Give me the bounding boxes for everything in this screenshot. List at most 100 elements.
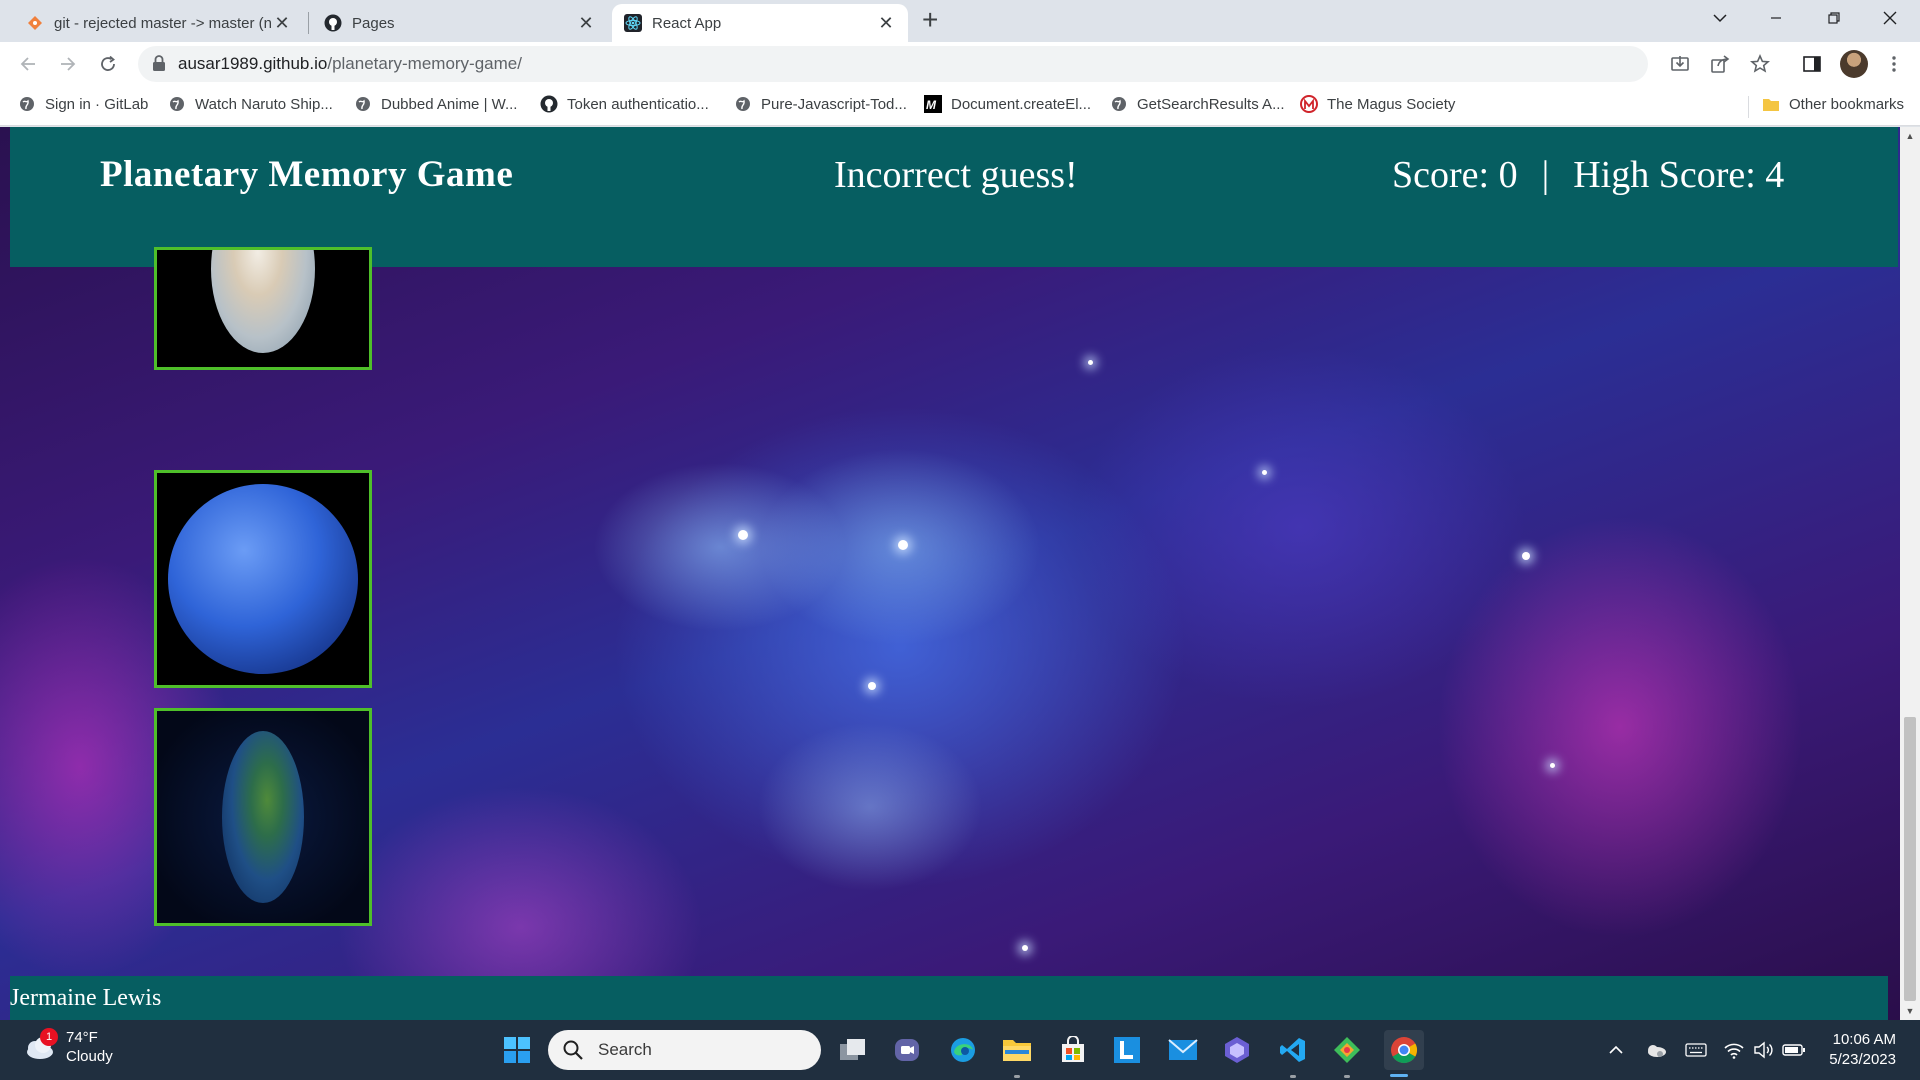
score-display: Score: 0 | High Score: 4 — [1392, 153, 1784, 197]
weather-temp: 74°F — [66, 1029, 98, 1046]
git-icon — [26, 14, 44, 32]
weather-widget[interactable]: 1 74°F Cloudy — [22, 1028, 113, 1066]
new-tab-button[interactable]: + — [922, 6, 938, 34]
tab-title: git - rejected master -> master (n — [54, 14, 272, 32]
folder-icon — [1762, 95, 1780, 113]
vscode-icon[interactable] — [1276, 1033, 1310, 1067]
edge-icon[interactable] — [946, 1033, 980, 1067]
clock-date: 5/23/2023 — [1829, 1051, 1896, 1068]
bookmark-item[interactable]: The Magus Society — [1300, 95, 1455, 113]
browser-tab-strip: git - rejected master -> master (n ✕ Pag… — [0, 0, 1920, 42]
magus-icon — [1300, 95, 1318, 113]
microsoft-store-icon[interactable] — [1056, 1033, 1090, 1067]
globe-icon — [354, 95, 372, 113]
bookmark-item[interactable]: Token authenticatio... — [540, 95, 709, 113]
running-indicator — [1014, 1075, 1020, 1078]
chrome-active-indicator — [1390, 1074, 1408, 1077]
close-tab-icon[interactable]: ✕ — [272, 13, 292, 34]
keyboard-icon[interactable] — [1684, 1038, 1708, 1062]
bookmark-label: Sign in · GitLab — [45, 95, 149, 113]
game-footer: Jermaine Lewis — [10, 976, 1888, 1020]
browser-toolbar: ausar1989.github.io/planetary-memory-gam… — [0, 42, 1920, 86]
volume-icon[interactable] — [1752, 1038, 1776, 1062]
close-tab-icon[interactable]: ✕ — [876, 13, 896, 34]
scroll-down-arrow-icon[interactable]: ▼ — [1900, 1002, 1920, 1020]
side-panel-icon[interactable] — [1800, 52, 1824, 76]
tab-title: Pages — [352, 14, 395, 32]
mdn-icon: M — [924, 95, 942, 113]
tab-react-app[interactable]: React App ✕ — [612, 4, 908, 42]
browser-menu-icon[interactable] — [1882, 52, 1906, 76]
react-icon — [624, 14, 642, 32]
github-icon — [324, 14, 342, 32]
gitkraken-icon[interactable] — [1330, 1033, 1364, 1067]
url-path: /planetary-memory-game/ — [327, 54, 522, 73]
tab-pages[interactable]: Pages ✕ — [312, 4, 608, 42]
globe-icon — [1110, 95, 1128, 113]
restore-button[interactable] — [1806, 0, 1862, 36]
profile-avatar[interactable] — [1840, 50, 1868, 78]
bookmark-label: Dubbed Anime | W... — [381, 95, 518, 113]
minimize-button[interactable] — [1748, 0, 1804, 36]
chrome-icon[interactable] — [1384, 1030, 1424, 1070]
tab-search-chevron-icon[interactable] — [1692, 0, 1748, 36]
lightshot-l-icon[interactable] — [1110, 1033, 1144, 1067]
close-window-button[interactable] — [1862, 0, 1918, 36]
bookmark-star-icon[interactable] — [1748, 52, 1772, 76]
current-score: Score: 0 — [1392, 154, 1518, 196]
scroll-up-arrow-icon[interactable]: ▲ — [1900, 127, 1920, 145]
mail-icon[interactable] — [1166, 1033, 1200, 1067]
scroll-thumb[interactable] — [1904, 717, 1916, 1001]
install-app-icon[interactable] — [1668, 52, 1692, 76]
page-scrollbar[interactable]: ▲ ▼ — [1900, 127, 1920, 1020]
planet-card-venus[interactable] — [154, 247, 372, 370]
other-bookmarks-label: Other bookmarks — [1789, 95, 1905, 113]
onedrive-cloud-icon[interactable] — [1644, 1038, 1668, 1062]
bookmarks-divider — [1748, 96, 1749, 118]
bookmark-item[interactable]: Pure-Javascript-Tod... — [734, 95, 907, 113]
close-tab-icon[interactable]: ✕ — [576, 13, 596, 34]
taskbar-search-box[interactable]: Search — [548, 1030, 821, 1070]
bookmark-item[interactable]: GetSearchResults A... — [1110, 95, 1285, 113]
planet-card-earth[interactable] — [154, 708, 372, 926]
task-view-icon[interactable] — [836, 1033, 870, 1067]
running-indicator — [1290, 1075, 1296, 1078]
back-button[interactable] — [14, 50, 42, 78]
bookmark-label: GetSearchResults A... — [1137, 95, 1285, 113]
weather-badge: 1 — [40, 1028, 58, 1046]
windows-taskbar: 1 74°F Cloudy Search 10:06 AM 5/23/2023 — [0, 1020, 1920, 1080]
windows-start-icon[interactable] — [500, 1033, 534, 1067]
cloud-icon: 1 — [22, 1028, 58, 1064]
globe-icon — [18, 95, 36, 113]
bookmark-item[interactable]: Dubbed Anime | W... — [354, 95, 517, 113]
address-bar[interactable]: ausar1989.github.io/planetary-memory-gam… — [138, 46, 1648, 82]
lock-icon[interactable] — [152, 55, 166, 77]
page-viewport: Planetary Memory Game Incorrect guess! S… — [0, 127, 1900, 1020]
bookmark-label: Document.createEl... — [951, 95, 1092, 113]
share-icon[interactable] — [1708, 52, 1732, 76]
teams-chat-icon[interactable] — [890, 1033, 924, 1067]
bookmark-label: Watch Naruto Ship... — [195, 95, 333, 113]
bookmark-item[interactable]: Watch Naruto Ship... — [168, 95, 333, 113]
clock-time: 10:06 AM — [1832, 1031, 1896, 1048]
guess-status: Incorrect guess! — [834, 154, 1078, 196]
bookmark-item[interactable]: M Document.createEl... — [924, 95, 1091, 113]
weather-condition: Cloudy — [66, 1048, 113, 1065]
other-bookmarks[interactable]: Other bookmarks — [1762, 95, 1904, 113]
background-star — [1088, 360, 1093, 365]
globe-icon — [168, 95, 186, 113]
forward-button[interactable] — [54, 50, 82, 78]
reload-button[interactable] — [94, 50, 122, 78]
file-explorer-icon[interactable] — [1000, 1033, 1034, 1067]
wifi-icon[interactable] — [1722, 1038, 1746, 1062]
footer-author: Jermaine Lewis — [10, 984, 162, 1011]
tab-git[interactable]: git - rejected master -> master (n ✕ — [14, 4, 304, 42]
planet-card-neptune[interactable] — [154, 470, 372, 688]
system-clock[interactable]: 10:06 AM 5/23/2023 — [1818, 1030, 1896, 1070]
venus-image — [211, 250, 315, 353]
battery-icon[interactable] — [1782, 1038, 1806, 1062]
show-hidden-icons-chevron-icon[interactable] — [1604, 1038, 1628, 1062]
bookmark-item[interactable]: Sign in · GitLab — [18, 95, 148, 113]
power-automate-icon[interactable] — [1220, 1033, 1254, 1067]
bookmarks-bar: Sign in · GitLab Watch Naruto Ship... Du… — [0, 86, 1920, 126]
